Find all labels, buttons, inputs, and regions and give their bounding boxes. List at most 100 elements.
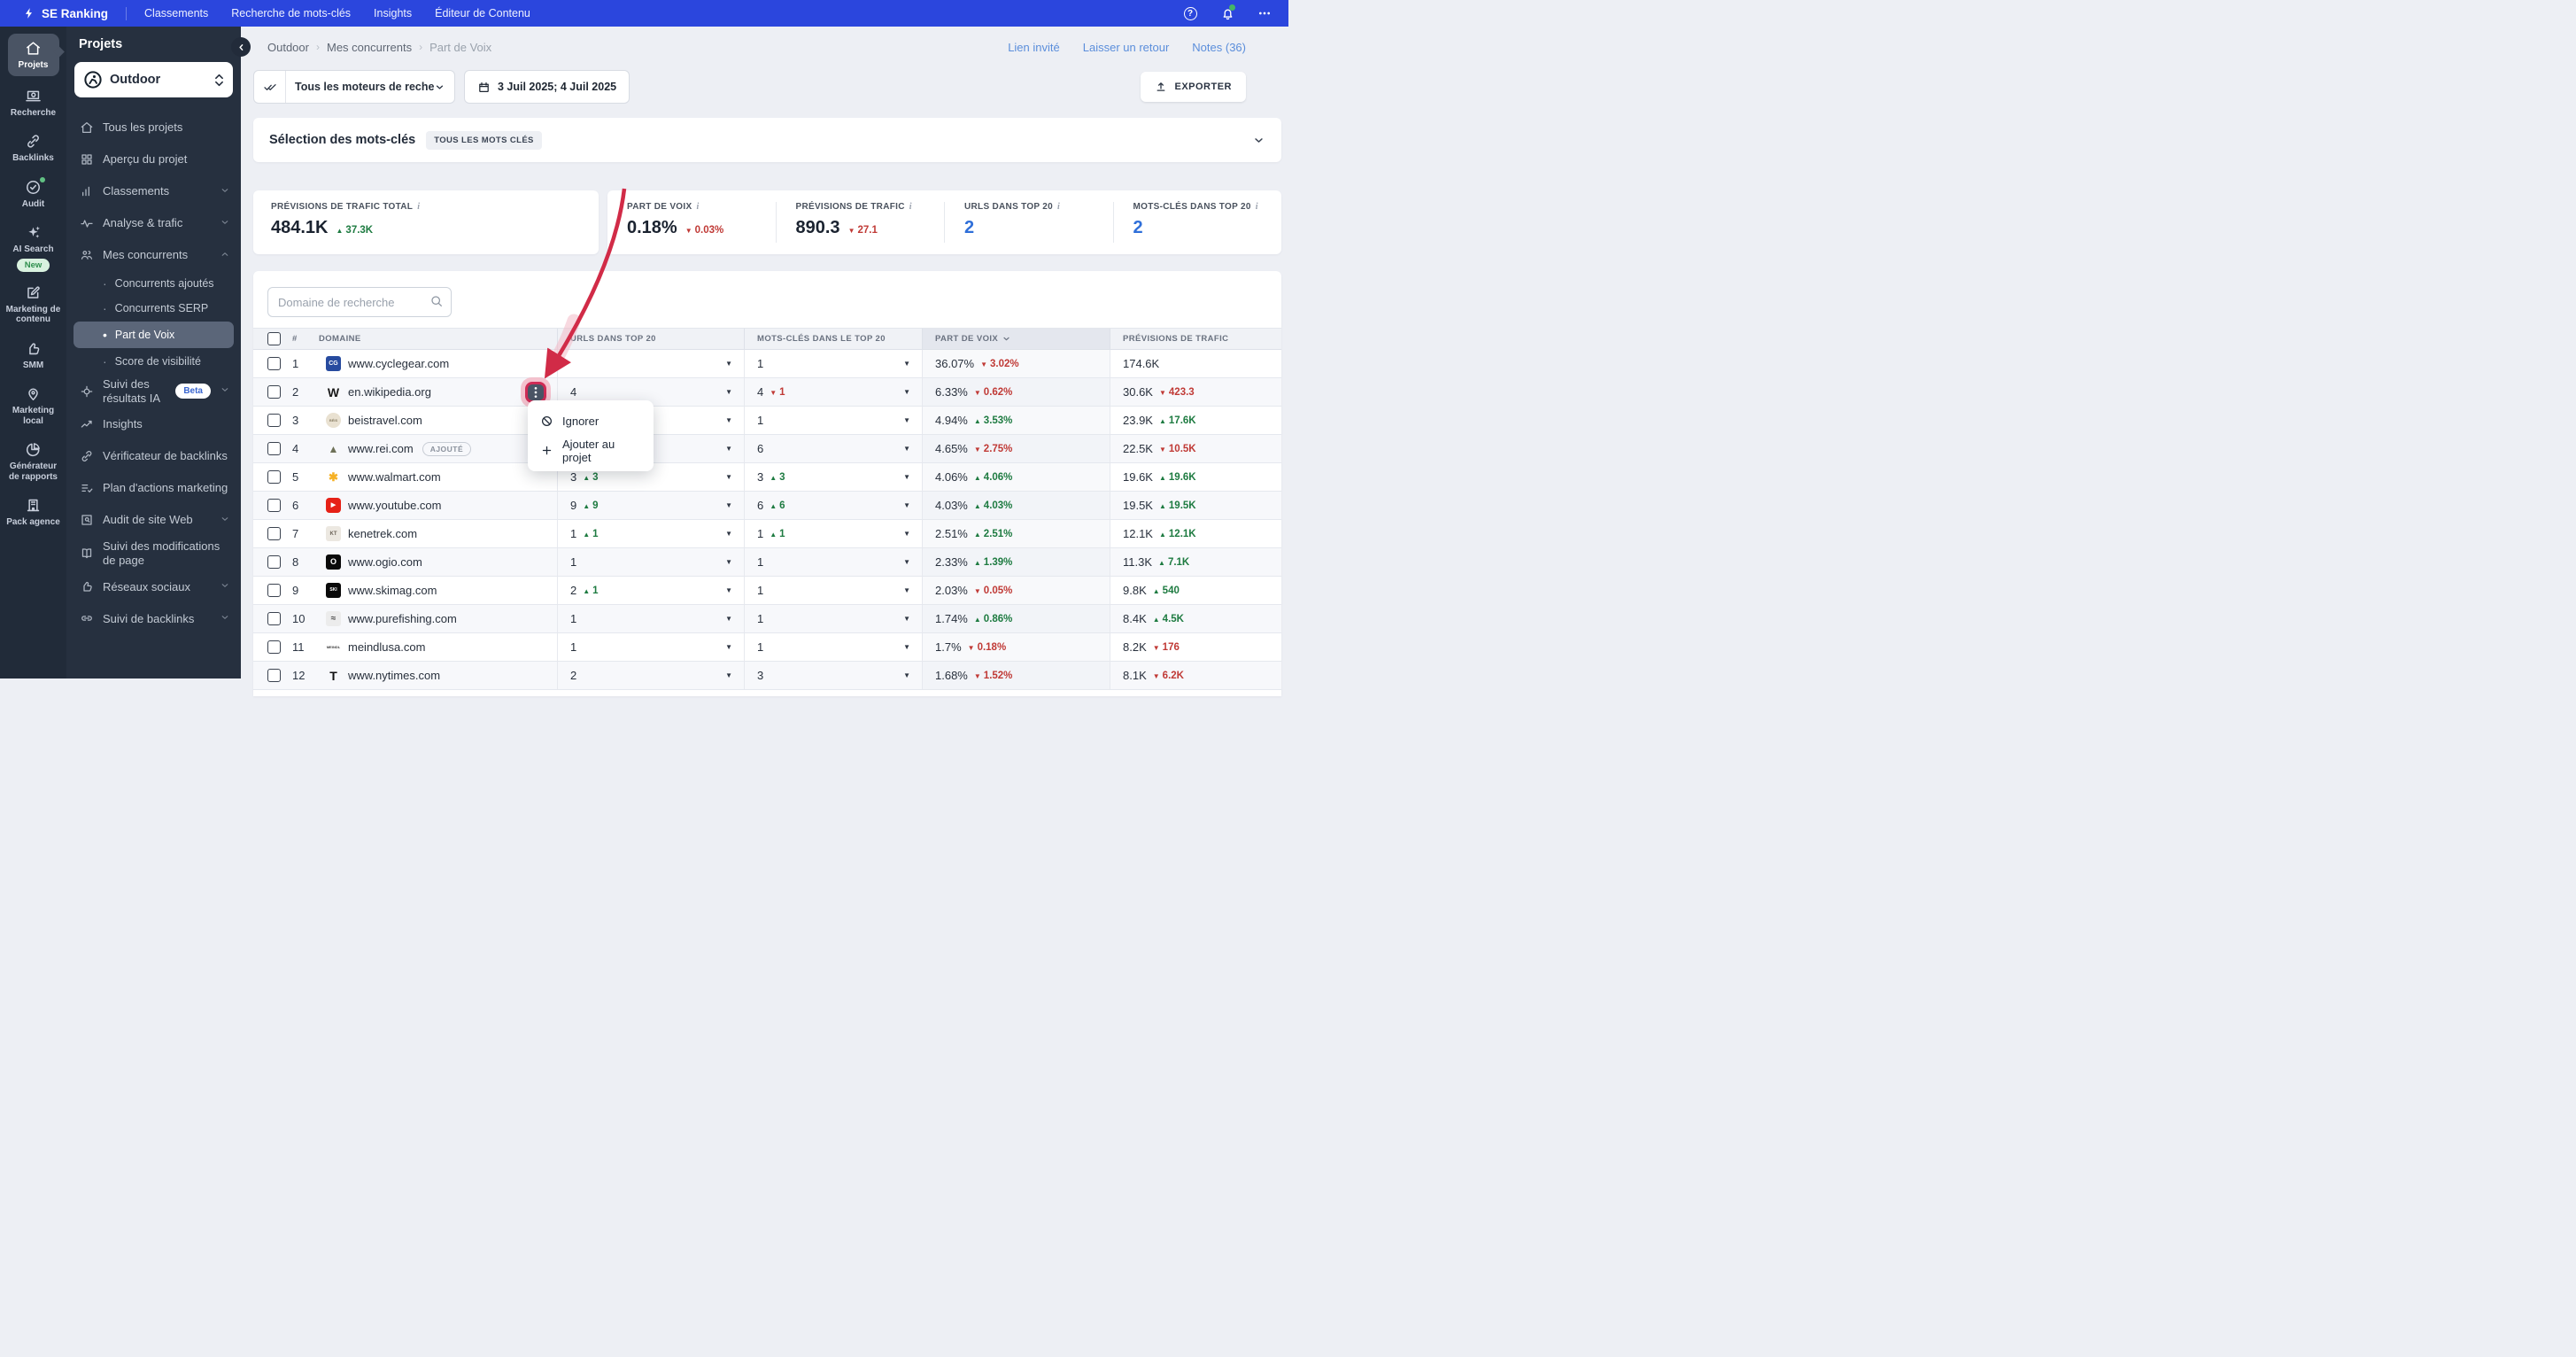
domain-link[interactable]: www.ogio.com: [348, 555, 422, 569]
sidebar-item-project-overview[interactable]: Aperçu du projet: [66, 143, 241, 175]
sidebar-item-my-competitors[interactable]: Mes concurrents: [66, 239, 241, 271]
row-checkbox[interactable]: [267, 527, 281, 540]
expand-cell-icon[interactable]: ▼: [903, 615, 910, 623]
domain-link[interactable]: www.youtube.com: [348, 499, 442, 512]
info-icon[interactable]: i: [417, 202, 420, 212]
domain-link[interactable]: www.walmart.com: [348, 470, 441, 484]
expand-cell-icon[interactable]: ▼: [903, 360, 910, 368]
expand-cell-icon[interactable]: ▼: [903, 558, 910, 566]
info-icon[interactable]: i: [696, 202, 699, 212]
sidebar-item-all-projects[interactable]: Tous les projets: [66, 112, 241, 143]
expand-cell-icon[interactable]: ▼: [903, 445, 910, 453]
expand-cell-icon[interactable]: ▼: [725, 643, 732, 651]
domain-link[interactable]: meindlusa.com: [348, 640, 425, 654]
expand-cell-icon[interactable]: ▼: [903, 586, 910, 594]
sidebar-item-page-changes[interactable]: Suivi des modifications de page: [66, 536, 241, 570]
date-range-picker[interactable]: 3 Juil 2025; 4 Juil 2025: [464, 70, 630, 104]
domain-link[interactable]: www.skimag.com: [348, 584, 437, 597]
breadcrumb-item[interactable]: Mes concurrents: [327, 41, 412, 54]
domain-link[interactable]: www.purefishing.com: [348, 612, 457, 625]
expand-cell-icon[interactable]: ▼: [903, 473, 910, 481]
sidebar-item-rankings[interactable]: Classements: [66, 175, 241, 207]
top-nav-item-insights[interactable]: Insights: [374, 7, 412, 19]
select-all-checkbox[interactable]: [267, 332, 281, 345]
breadcrumb-item[interactable]: Outdoor: [267, 41, 309, 54]
notifications-icon[interactable]: [1219, 4, 1235, 21]
sidebar-item-serp-competitors[interactable]: · Concurrents SERP: [66, 296, 241, 321]
rail-item-research[interactable]: Recherche: [4, 88, 63, 119]
row-checkbox[interactable]: [267, 470, 281, 484]
expand-cell-icon[interactable]: ▼: [903, 671, 910, 679]
expand-selection-icon[interactable]: [1252, 134, 1265, 147]
rail-item-content-marketing[interactable]: Marketing de contenu: [4, 284, 63, 325]
collapse-sidebar-button[interactable]: [231, 37, 251, 57]
row-checkbox[interactable]: [267, 612, 281, 625]
menu-item-ajouter-au-projet[interactable]: Ajouter au projet: [528, 436, 654, 465]
row-checkbox[interactable]: [267, 640, 281, 654]
row-checkbox[interactable]: [267, 414, 281, 427]
sidebar-item-backlink-monitoring[interactable]: Suivi de backlinks: [66, 602, 241, 634]
row-menu-button[interactable]: [528, 384, 544, 400]
top-nav-item-classements[interactable]: Classements: [144, 7, 208, 19]
expand-cell-icon[interactable]: ▼: [903, 501, 910, 509]
top-nav-item-recherche-de-mots-cl-s[interactable]: Recherche de mots-clés: [231, 7, 351, 19]
expand-cell-icon[interactable]: ▼: [725, 671, 732, 679]
expand-cell-icon[interactable]: ▼: [903, 416, 910, 424]
top-nav-item--diteur-de-contenu[interactable]: Éditeur de Contenu: [435, 7, 530, 19]
row-checkbox[interactable]: [267, 385, 281, 399]
expand-cell-icon[interactable]: ▼: [725, 501, 732, 509]
sidebar-item-share-of-voice[interactable]: • Part de Voix: [73, 322, 234, 348]
expand-cell-icon[interactable]: ▼: [725, 360, 732, 368]
rail-item-smm[interactable]: SMM: [4, 340, 63, 371]
expand-cell-icon[interactable]: ▼: [725, 473, 732, 481]
row-checkbox[interactable]: [267, 669, 281, 682]
expand-cell-icon[interactable]: ▼: [903, 643, 910, 651]
sidebar-item-visibility-score[interactable]: · Score de visibilité: [66, 349, 241, 374]
more-icon[interactable]: [1257, 5, 1273, 21]
expand-cell-icon[interactable]: ▼: [725, 445, 732, 453]
column-header-urls-dans-top-20[interactable]: URLS DANS TOP 20: [557, 329, 744, 349]
sidebar-item-added-competitors[interactable]: · Concurrents ajoutés: [66, 271, 241, 296]
export-button[interactable]: EXPORTER: [1141, 72, 1246, 102]
row-checkbox[interactable]: [267, 555, 281, 569]
rail-item-backlinks[interactable]: Backlinks: [4, 133, 63, 164]
sidebar-item-backlink-checker[interactable]: Vérificateur de backlinks: [66, 440, 241, 472]
sidebar-item-social-media[interactable]: Réseaux sociaux: [66, 570, 241, 602]
column-header-#[interactable]: #: [292, 334, 319, 344]
domain-link[interactable]: www.nytimes.com: [348, 669, 440, 682]
domain-link[interactable]: www.cyclegear.com: [348, 357, 449, 370]
expand-cell-icon[interactable]: ▼: [725, 558, 732, 566]
help-icon[interactable]: ?: [1182, 5, 1198, 21]
sidebar-item-analytics-traffic[interactable]: Analyse & trafic: [66, 207, 241, 239]
rail-item-ai-search[interactable]: AI Search: [4, 224, 63, 255]
row-checkbox[interactable]: [267, 584, 281, 597]
rail-item-audit[interactable]: Audit: [4, 176, 63, 210]
domain-link[interactable]: www.rei.com: [348, 442, 414, 455]
menu-item-ignorer[interactable]: Ignorer: [528, 407, 654, 436]
column-header-domaine[interactable]: DOMAINE: [319, 334, 557, 344]
header-link-laisser-un-retour[interactable]: Laisser un retour: [1083, 41, 1170, 54]
row-checkbox[interactable]: [267, 357, 281, 370]
domain-search-input[interactable]: [267, 287, 452, 317]
column-header-mots-cl-s-dans-le-top-20[interactable]: MOTS-CLÉS DANS LE TOP 20: [744, 329, 922, 349]
info-icon[interactable]: i: [1256, 202, 1258, 212]
sidebar-item-website-audit[interactable]: Audit de site Web: [66, 504, 241, 536]
expand-cell-icon[interactable]: ▼: [725, 586, 732, 594]
row-checkbox[interactable]: [267, 442, 281, 455]
column-header-pr-visions-de-trafic[interactable]: PRÉVISIONS DE TRAFIC: [1110, 329, 1281, 349]
info-icon[interactable]: i: [909, 202, 912, 212]
expand-cell-icon[interactable]: ▼: [725, 530, 732, 538]
rail-item-agency-pack[interactable]: Pack agence: [4, 497, 63, 528]
header-link-notes-36-[interactable]: Notes (36): [1192, 41, 1246, 54]
search-engine-dropdown[interactable]: Tous les moteurs de recher...: [253, 70, 455, 104]
expand-cell-icon[interactable]: ▼: [903, 530, 910, 538]
domain-link[interactable]: kenetrek.com: [348, 527, 417, 540]
domain-link[interactable]: beistravel.com: [348, 414, 422, 427]
domain-link[interactable]: en.wikipedia.org: [348, 385, 431, 399]
sidebar-item-insights[interactable]: Insights: [66, 408, 241, 440]
info-icon[interactable]: i: [1057, 202, 1060, 212]
rail-item-local-marketing[interactable]: Marketing local: [4, 385, 63, 426]
sidebar-item-marketing-plan[interactable]: Plan d'actions marketing: [66, 472, 241, 504]
project-selector[interactable]: Outdoor: [74, 62, 233, 97]
expand-cell-icon[interactable]: ▼: [725, 416, 732, 424]
